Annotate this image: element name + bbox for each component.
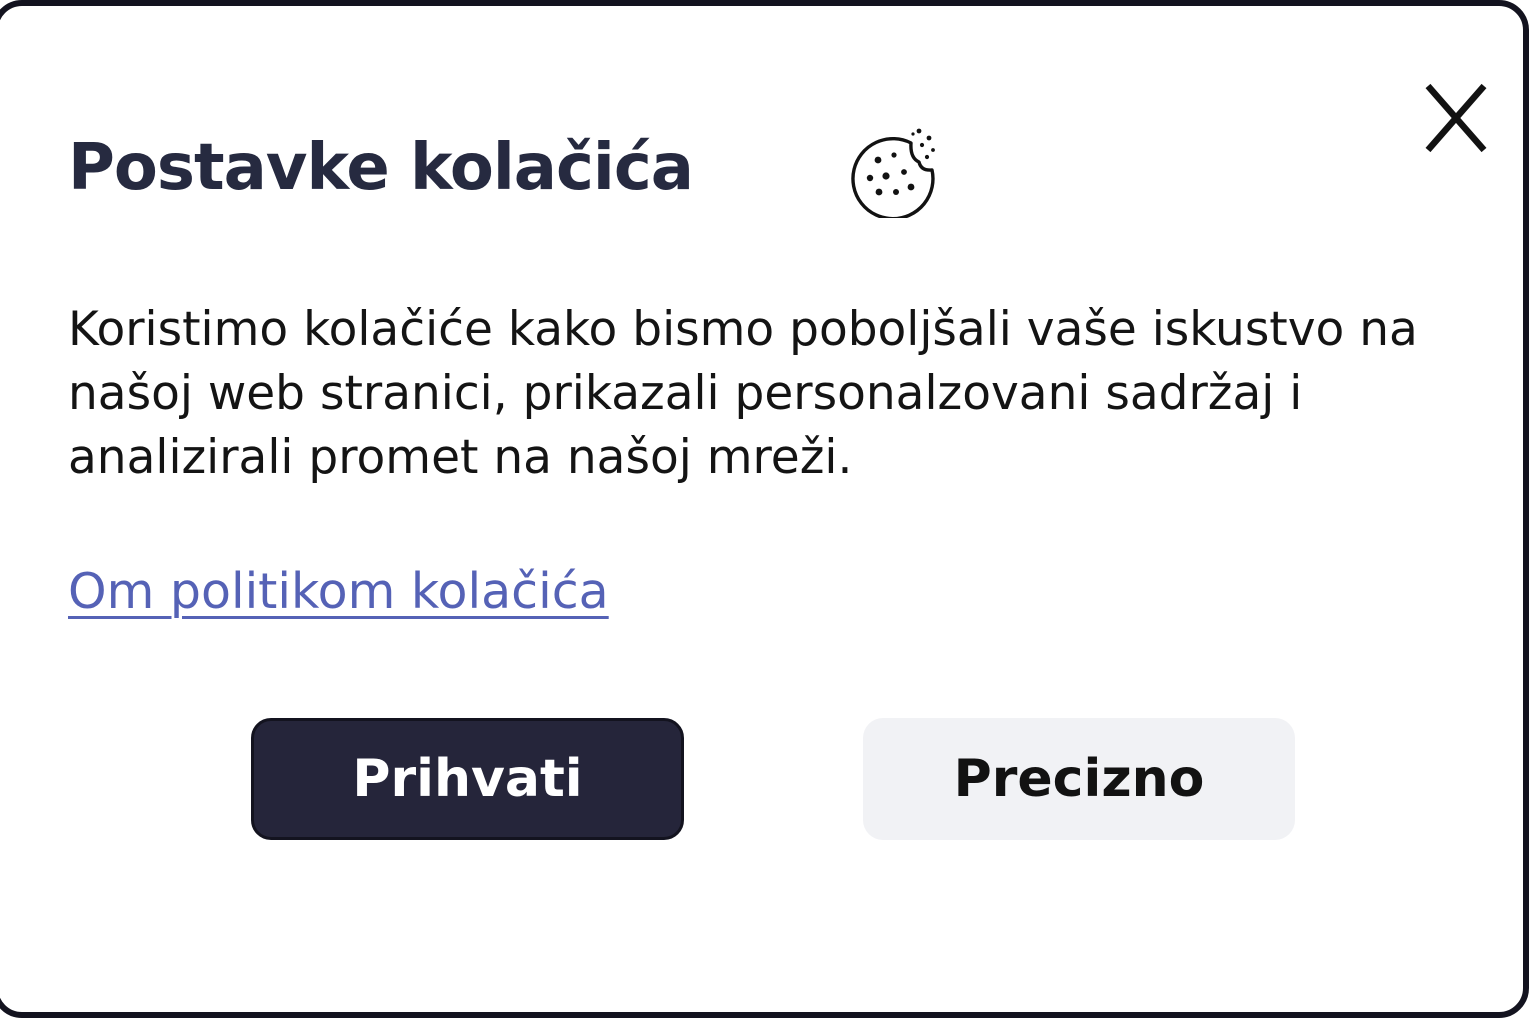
cookie-policy-link[interactable]: Om politikom kolačića (68, 562, 609, 622)
accept-button[interactable]: Prihvati (251, 718, 684, 840)
dialog-description: Koristimo kolačiće kako bismo poboljšali… (68, 302, 1418, 485)
accept-button-label: Prihvati (352, 749, 583, 809)
dialog-title: Postavke kolačića (68, 131, 694, 205)
close-button[interactable] (1422, 82, 1492, 154)
precise-button[interactable]: Precizno (863, 718, 1295, 840)
cookie-icon (849, 126, 941, 221)
close-icon (1425, 83, 1487, 153)
cookie-settings-dialog: Postavke kolačića Koristimo kolačiće kak… (0, 0, 1529, 1018)
precise-button-label: Precizno (953, 749, 1205, 809)
